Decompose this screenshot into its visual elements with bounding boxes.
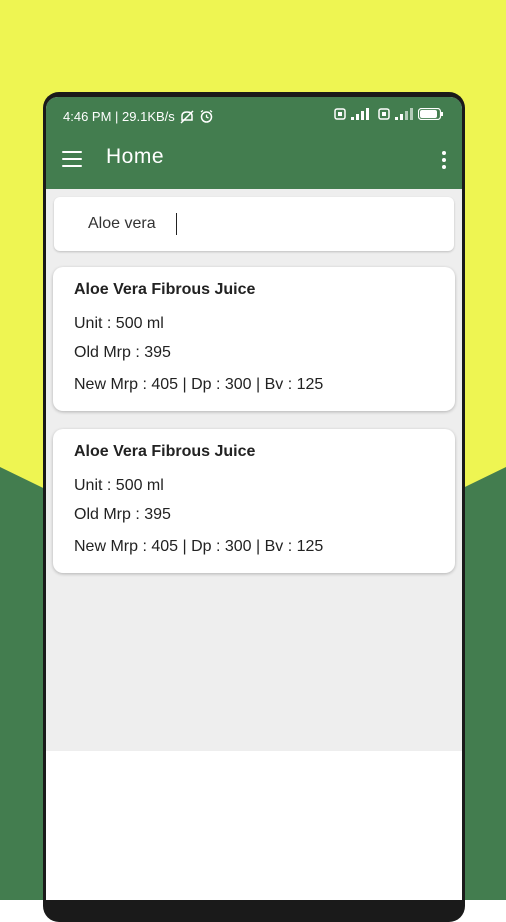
product-unit: Unit : 500 ml — [74, 477, 164, 494]
status-time: 4:46 PM | 29.1KB/s — [63, 109, 175, 124]
app-bar: 4:46 PM | 29.1KB/s Home — [46, 97, 462, 189]
page-title: Home — [106, 145, 165, 168]
product-old-mrp: Old Mrp : 395 — [74, 344, 171, 361]
product-name: Aloe Vera Fibrous Juice — [74, 443, 256, 460]
battery-icon — [418, 108, 443, 120]
product-card[interactable]: Aloe Vera Fibrous Juice Unit : 500 ml Ol… — [53, 429, 455, 573]
search-input[interactable] — [88, 213, 428, 235]
hamburger-menu-icon[interactable] — [62, 151, 82, 167]
text-caret — [176, 213, 177, 235]
status-bar: 4:46 PM | 29.1KB/s — [46, 97, 462, 133]
alarm-icon — [200, 109, 213, 123]
product-prices: New Mrp : 405 | Dp : 300 | Bv : 125 — [74, 376, 324, 393]
product-unit: Unit : 500 ml — [74, 315, 164, 332]
product-old-mrp: Old Mrp : 395 — [74, 506, 171, 523]
more-vertical-icon[interactable] — [442, 151, 446, 169]
search-box — [54, 197, 454, 251]
toolbar: Home — [46, 133, 462, 189]
product-prices: New Mrp : 405 | Dp : 300 | Bv : 125 — [74, 538, 324, 555]
signal-icon — [395, 108, 413, 120]
signal-icon — [351, 108, 369, 120]
product-name: Aloe Vera Fibrous Juice — [74, 281, 256, 298]
sim-icon — [334, 108, 346, 120]
mute-icon — [180, 109, 194, 124]
sim-icon — [378, 108, 390, 120]
product-card[interactable]: Aloe Vera Fibrous Juice Unit : 500 ml Ol… — [53, 267, 455, 411]
app-screen: 4:46 PM | 29.1KB/s Home Aloe vera Aloe V… — [46, 97, 462, 900]
content-area: Aloe Vera Fibrous Juice Unit : 500 ml Ol… — [46, 189, 462, 751]
